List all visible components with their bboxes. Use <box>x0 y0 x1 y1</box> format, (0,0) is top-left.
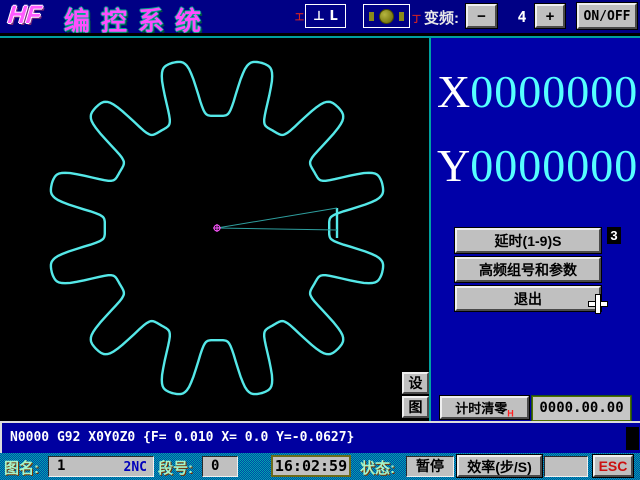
perpendicular-icon: ⊥ L <box>313 9 338 24</box>
frequency-plus-button[interactable]: + <box>535 4 565 28</box>
dro-y: Y0000000 <box>437 140 638 192</box>
wire-centering-button[interactable] <box>363 4 410 28</box>
wire-start-marker <box>213 224 221 232</box>
clock-display: 16:02:59 <box>271 455 351 477</box>
delay-button[interactable]: 延时(1-9)S <box>455 228 601 253</box>
wire-electrode-icon <box>379 9 394 24</box>
delay-value-badge: 3 <box>607 227 621 244</box>
file-name-field[interactable]: 1 2NC <box>48 456 154 477</box>
state-value-field: 暂停 <box>406 456 454 477</box>
app-window: HF 编控系统 工 ⊥ L 丁 变频: − 4 + ON/OFF 设 <box>0 0 640 480</box>
timer-display: 0000.00.00 <box>532 396 631 421</box>
gear-drawing <box>0 38 429 421</box>
command-line-text: N0000 G92 X0Y0Z0 {F= 0.010 X= 0.0 Y=-0.0… <box>10 430 354 445</box>
drawing-canvas[interactable]: 设 图 <box>0 38 429 421</box>
command-bar-end-block <box>626 427 639 450</box>
hf-params-button[interactable]: 高频组号和参数 <box>455 257 601 282</box>
draw-button[interactable]: 图 <box>402 396 429 418</box>
timer-clear-button[interactable]: 计时清零H <box>440 396 529 419</box>
red-mark-right-icon: 丁 <box>412 12 421 25</box>
esc-button[interactable]: ESC <box>593 455 633 477</box>
red-mark-left-icon: 工 <box>295 10 304 23</box>
file-name-value: 1 <box>49 458 65 474</box>
command-line-bar: N0000 G92 X0Y0Z0 {F= 0.010 X= 0.0 Y=-0.0… <box>0 421 640 453</box>
app-logo: HF <box>6 1 42 30</box>
exit-button[interactable]: 退出 <box>455 286 601 311</box>
app-title: 编控系统 <box>64 1 212 33</box>
bracket-left-icon <box>369 12 374 21</box>
timer-clear-h-mark: H <box>507 409 514 419</box>
align-button[interactable]: ⊥ L <box>305 4 346 28</box>
segment-value: 0 <box>203 458 219 474</box>
main-area: 设 图 X0000000 Y0000000 延时(1-9)S 3 高频组号和参数… <box>0 38 640 421</box>
dro-y-label: Y <box>437 140 470 191</box>
bracket-right-icon <box>399 12 404 21</box>
efficiency-value-field <box>544 456 588 477</box>
efficiency-button[interactable]: 效率(步/S) <box>457 455 542 477</box>
segment-label: 段号: <box>158 457 193 478</box>
status-bar: 图名: 1 2NC 段号: 0 16:02:59 状态: 暂停 效率(步/S) … <box>0 453 640 480</box>
set-button[interactable]: 设 <box>402 372 429 394</box>
onoff-button[interactable]: ON/OFF <box>577 3 637 29</box>
topbar: HF 编控系统 工 ⊥ L 丁 变频: − 4 + ON/OFF <box>0 0 640 33</box>
dro-x-label: X <box>437 66 470 117</box>
dro-x-value: 0000000 <box>470 66 638 117</box>
dro-x: X0000000 <box>437 66 638 118</box>
frequency-minus-button[interactable]: − <box>466 4 497 28</box>
state-label: 状态: <box>360 457 395 478</box>
frequency-label: 变频: <box>424 7 459 28</box>
file-name-label: 图名: <box>4 457 39 478</box>
file-type-tag: 2NC <box>124 458 147 477</box>
segment-field[interactable]: 0 <box>202 456 238 477</box>
dro-y-value: 0000000 <box>470 140 638 191</box>
side-panel: X0000000 Y0000000 延时(1-9)S 3 高频组号和参数 退出 … <box>431 38 640 421</box>
